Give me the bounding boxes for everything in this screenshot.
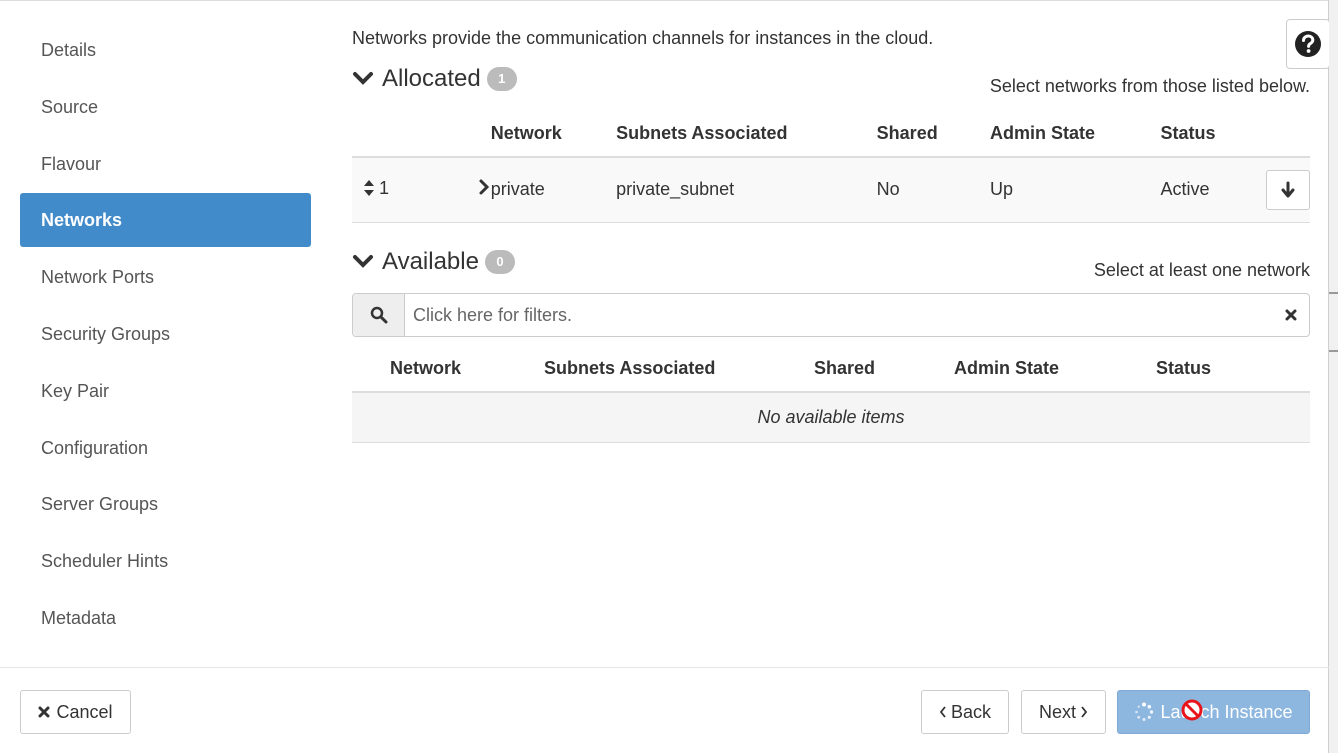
allocated-title: Allocated xyxy=(382,65,481,92)
available-count-badge: 0 xyxy=(484,250,515,274)
sidebar-item-key-pair[interactable]: Key Pair xyxy=(20,364,311,418)
wizard-sidebar: Details Source Flavour Networks Network … xyxy=(20,23,311,648)
column-shared: Shared xyxy=(876,111,991,158)
empty-row: No available items xyxy=(352,392,1310,443)
table-row: 1 private private_subnet No Up Active xyxy=(352,157,1310,223)
filter-bar xyxy=(352,293,1310,337)
drag-handle[interactable]: 1 xyxy=(352,157,429,223)
spinner-icon xyxy=(1135,702,1154,721)
help-button[interactable] xyxy=(1286,19,1330,69)
deallocate-button[interactable] xyxy=(1266,169,1310,210)
action-column-header xyxy=(1266,111,1310,158)
launch-instance-modal: Details Source Flavour Networks Network … xyxy=(0,0,1330,753)
column-admin-state: Admin State xyxy=(990,111,1161,158)
footer-divider xyxy=(0,667,1329,668)
back-button[interactable]: Back xyxy=(921,690,1009,734)
sidebar-item-configuration[interactable]: Configuration xyxy=(20,421,311,475)
chevron-right-icon xyxy=(479,179,489,195)
allocated-table: Network Subnets Associated Shared Admin … xyxy=(352,111,1310,223)
cell-status: Active xyxy=(1160,157,1266,223)
column-network: Network xyxy=(490,111,617,158)
next-label: Next xyxy=(1038,701,1076,722)
cell-subnets: private_subnet xyxy=(616,157,877,223)
intro-text: Networks provide the communication chann… xyxy=(352,28,934,48)
search-icon xyxy=(370,306,387,324)
allocated-toggle[interactable]: Allocated 1 xyxy=(352,65,517,93)
column-admin-state: Admin State xyxy=(954,346,1156,393)
allocated-count-badge: 1 xyxy=(486,67,517,91)
cancel-button[interactable]: Cancel xyxy=(20,690,131,734)
cell-shared: No xyxy=(876,157,991,223)
column-status: Status xyxy=(1156,346,1310,393)
available-table: Network Subnets Associated Shared Admin … xyxy=(352,346,1310,443)
not-allowed-cursor-icon xyxy=(1181,699,1203,721)
column-shared: Shared xyxy=(814,346,954,393)
column-subnets: Subnets Associated xyxy=(544,346,814,393)
sidebar-item-details[interactable]: Details xyxy=(20,23,311,77)
allocated-hint: Select networks from those listed below. xyxy=(989,76,1310,96)
background-page-edge xyxy=(1329,0,1338,753)
arrow-down-icon xyxy=(1281,181,1295,198)
column-network: Network xyxy=(390,346,544,393)
chevron-down-icon xyxy=(353,255,373,268)
table-header-row: Network Subnets Associated Shared Admin … xyxy=(352,111,1310,158)
column-subnets: Subnets Associated xyxy=(616,111,877,158)
chevron-down-icon xyxy=(353,72,373,85)
column-status: Status xyxy=(1160,111,1266,158)
sort-icon xyxy=(364,180,374,196)
row-order: 1 xyxy=(379,177,390,198)
launch-instance-button[interactable]: Launch Instance xyxy=(1117,690,1310,734)
chevron-left-icon xyxy=(939,706,946,718)
question-circle-icon xyxy=(1295,31,1321,57)
cell-admin-state: Up xyxy=(990,157,1161,223)
sidebar-item-flavour[interactable]: Flavour xyxy=(20,137,311,191)
sidebar-item-networks[interactable]: Networks xyxy=(20,193,311,248)
search-addon xyxy=(353,294,405,336)
available-title: Available xyxy=(382,248,479,275)
divider xyxy=(1329,350,1338,352)
filter-input[interactable] xyxy=(405,294,1273,336)
cell-action xyxy=(1266,157,1310,223)
sidebar-item-source[interactable]: Source xyxy=(20,80,311,134)
times-icon xyxy=(1285,309,1297,321)
available-hint: Select at least one network xyxy=(1093,260,1310,280)
drag-column-header xyxy=(352,111,429,158)
sidebar-item-metadata[interactable]: Metadata xyxy=(20,591,311,645)
available-toggle[interactable]: Available 0 xyxy=(352,248,515,276)
cell-network: private xyxy=(490,157,617,223)
sidebar-item-network-ports[interactable]: Network Ports xyxy=(20,250,311,304)
sidebar-item-server-groups[interactable]: Server Groups xyxy=(20,477,311,531)
next-button[interactable]: Next xyxy=(1021,690,1106,734)
expand-column-header xyxy=(428,111,491,158)
clear-filter-button[interactable] xyxy=(1273,294,1309,336)
cancel-label: Cancel xyxy=(56,701,113,722)
sidebar-item-scheduler-hints[interactable]: Scheduler Hints xyxy=(20,534,311,588)
expand-column-header xyxy=(352,346,390,393)
chevron-right-icon xyxy=(1081,706,1088,718)
sidebar-item-security-groups[interactable]: Security Groups xyxy=(20,307,311,361)
back-label: Back xyxy=(950,701,992,722)
empty-message: No available items xyxy=(352,392,1310,443)
times-icon xyxy=(38,706,50,718)
table-header-row: Network Subnets Associated Shared Admin … xyxy=(352,346,1310,393)
row-expand-toggle[interactable] xyxy=(428,157,491,223)
divider xyxy=(1329,292,1338,294)
